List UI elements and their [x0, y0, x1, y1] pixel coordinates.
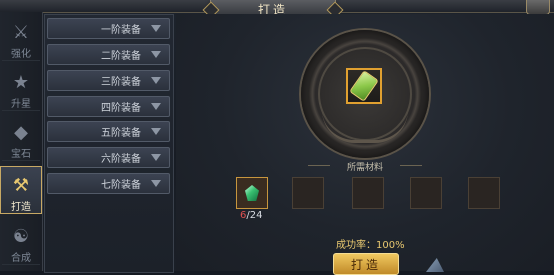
- star-icon: ★: [12, 71, 30, 93]
- chevron-down-icon: [151, 25, 161, 32]
- tab-label: 打造: [11, 202, 31, 213]
- tier-item-1[interactable]: 一阶装备: [47, 18, 170, 39]
- forge-button[interactable]: 打造: [333, 253, 399, 275]
- material-count-required: 24: [249, 210, 263, 221]
- tab-label: 宝石: [11, 149, 31, 160]
- chevron-down-icon: [151, 103, 161, 110]
- tier-item-2[interactable]: 二阶装备: [47, 44, 170, 65]
- material-count: 6/24: [240, 210, 262, 221]
- tab-star-up[interactable]: ★ 升星: [2, 64, 40, 111]
- tier-label: 七阶装备: [101, 180, 141, 191]
- tier-item-3[interactable]: 三阶装备: [47, 70, 170, 91]
- equipment-tier-list: 一阶装备 二阶装备 三阶装备 四阶装备 五阶装备 六阶装备 七阶装备: [44, 14, 174, 273]
- tier-item-6[interactable]: 六阶装备: [47, 147, 170, 168]
- material-slot-4[interactable]: [410, 177, 442, 209]
- category-tabs: ⚔ 强化 ★ 升星 ◆ 宝石 ⚒ 打造 ☯ 合成: [0, 12, 43, 271]
- tier-item-4[interactable]: 四阶装备: [47, 96, 170, 117]
- tier-label: 三阶装备: [101, 77, 141, 88]
- tier-label: 四阶装备: [101, 103, 141, 114]
- gem-icon: [245, 185, 259, 201]
- chevron-down-icon: [151, 51, 161, 58]
- tier-label: 六阶装备: [101, 154, 141, 165]
- material-slot-1[interactable]: [236, 177, 268, 209]
- tab-forge[interactable]: ⚒ 打造: [0, 166, 42, 214]
- tab-gem[interactable]: ◆ 宝石: [2, 114, 40, 161]
- tab-combine[interactable]: ☯ 合成: [2, 218, 40, 265]
- target-item-slot[interactable]: [346, 68, 382, 104]
- hammer-icon: ⚒: [12, 174, 30, 196]
- close-button[interactable]: [526, 0, 550, 15]
- material-slot-5[interactable]: [468, 177, 500, 209]
- tier-label: 二阶装备: [101, 51, 141, 62]
- material-slot-2[interactable]: [292, 177, 324, 209]
- tab-strengthen[interactable]: ⚔ 强化: [2, 14, 40, 61]
- scroll-icon: [349, 70, 379, 102]
- chevron-down-icon: [151, 128, 161, 135]
- tier-label: 五阶装备: [101, 128, 141, 139]
- tab-label: 合成: [11, 253, 31, 264]
- materials-title: 所需材料: [300, 160, 430, 173]
- tier-item-7[interactable]: 七阶装备: [47, 173, 170, 194]
- chevron-down-icon: [151, 180, 161, 187]
- chevron-down-icon: [151, 154, 161, 161]
- tier-label: 一阶装备: [101, 25, 141, 36]
- chevron-down-icon: [151, 77, 161, 84]
- success-rate: 成功率：100%: [336, 240, 405, 251]
- yin-yang-icon: ☯: [12, 225, 30, 247]
- strengthen-icon: ⚔: [12, 21, 30, 43]
- tier-item-5[interactable]: 五阶装备: [47, 121, 170, 142]
- tab-label: 升星: [11, 99, 31, 110]
- material-slot-3[interactable]: [352, 177, 384, 209]
- gem-icon: ◆: [14, 121, 28, 143]
- tab-label: 强化: [11, 49, 31, 60]
